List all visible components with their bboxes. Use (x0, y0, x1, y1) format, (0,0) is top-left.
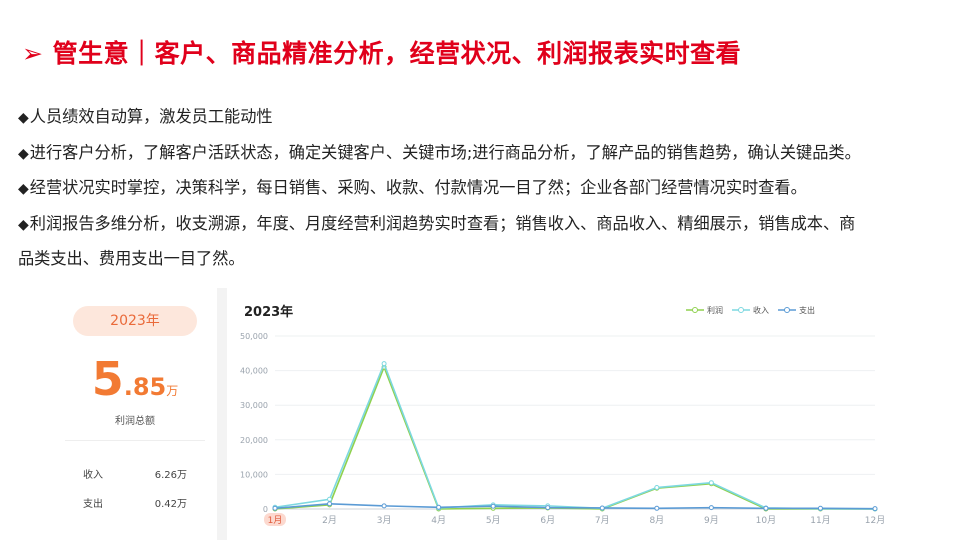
expense-label: 支出 (83, 499, 103, 510)
data-point[interactable] (763, 505, 769, 511)
x-tick-label: 8月 (649, 515, 664, 526)
y-tick-label: 10,000 (240, 470, 268, 479)
legend-label[interactable]: 收入 (753, 305, 769, 315)
feature-text: 进行客户分析，了解客户活跃状态，确定关键客户、关键市场;进行商品分析，了解产品的… (29, 142, 861, 162)
series-line (274, 361, 876, 510)
x-tick-label: 2月 (322, 515, 337, 526)
legend-label[interactable]: 支出 (799, 305, 815, 315)
income-row: 收入 6.26万 (83, 466, 187, 481)
income-value: 6.26万 (154, 470, 187, 481)
y-tick-label: 0 (263, 505, 268, 514)
profit-integer: 5 (91, 352, 124, 406)
profit-decimal: .85 (123, 373, 167, 401)
feature-item: ◆人员绩效自动算，激发员工能动性 (18, 100, 953, 136)
income-label: 收入 (83, 470, 103, 481)
x-tick-label: 6月 (540, 515, 555, 526)
diamond-bullet-icon: ◆ (18, 145, 29, 162)
data-point[interactable] (545, 505, 551, 511)
data-point[interactable] (327, 501, 333, 507)
chart-series (272, 361, 878, 512)
expense-row: 支出 0.42万 (83, 495, 187, 510)
legend-marker (784, 307, 790, 313)
y-tick-label: 40,000 (240, 367, 268, 376)
x-tick-label: 7月 (595, 515, 610, 526)
x-tick-label: 9月 (704, 515, 719, 526)
profit-total-value: 5.85万 (55, 352, 215, 406)
data-point[interactable] (817, 505, 823, 511)
x-tick-label: 3月 (377, 515, 392, 526)
feature-item: ◆经营状况实时掌控，决策科学，每日销售、采购、收款、付款情况一目了然；企业各部门… (18, 171, 953, 207)
y-tick-label: 50,000 (240, 332, 268, 341)
data-point[interactable] (708, 505, 714, 511)
chart-x-axis: 1月 2月 3月 4月 5月 6月 7月 8月 9月 10月 11月 12月 (264, 508, 885, 526)
x-tick-label: 5月 (486, 515, 501, 526)
y-tick-label: 20,000 (240, 436, 268, 445)
x-tick-label: 1月 (268, 515, 283, 526)
feature-item-continuation: 品类支出、费用支出一目了然。 (18, 249, 245, 268)
chart-legend: 利润 收入 支出 (686, 305, 815, 315)
year-selector[interactable]: 2023年 (73, 306, 197, 336)
x-tick-label: 11月 (810, 515, 830, 526)
profit-unit: 万 (166, 384, 179, 398)
feature-text: 人员绩效自动算，激发员工能动性 (29, 107, 273, 126)
feature-item: ◆进行客户分析，了解客户活跃状态，确定关键客户、关键市场;进行商品分析，了解产品… (18, 136, 953, 172)
data-point[interactable] (272, 505, 278, 511)
data-point[interactable] (436, 504, 442, 510)
data-point[interactable] (599, 505, 605, 511)
feature-item: ◆利润报告多维分析，收支溯源，年度、月度经营利润趋势实时查看；销售收入、商品收入… (18, 207, 953, 243)
data-point[interactable] (872, 506, 878, 512)
panel-separator (217, 288, 227, 540)
series-line (274, 503, 876, 510)
data-point[interactable] (490, 503, 496, 509)
card-divider (65, 440, 205, 441)
x-tick-label: 4月 (431, 515, 446, 526)
data-point[interactable] (381, 503, 387, 509)
feature-text: 经营状况实时掌控，决策科学，每日销售、采购、收款、付款情况一目了然；企业各部门经… (29, 178, 807, 197)
diamond-bullet-icon: ◆ (18, 181, 29, 197)
y-tick-label: 30,000 (240, 401, 268, 410)
x-tick-label: 10月 (756, 515, 776, 526)
diamond-bullet-icon: ◆ (18, 216, 29, 233)
title-arrow-icon: ➢ (22, 39, 44, 68)
legend-marker (692, 307, 698, 313)
chart-title: 2023年 (244, 304, 293, 320)
title-text: 管生意｜客户、商品精准分析，经营状况、利润报表实时查看 (52, 39, 742, 68)
profit-trend-chart: 2023年 利润 收入 支出 0 10,000 20,000 30,000 40,000 50… (240, 304, 885, 526)
data-point[interactable] (381, 361, 387, 367)
expense-value: 0.42万 (154, 499, 187, 510)
profit-total-label: 利润总额 (115, 416, 155, 427)
legend-label[interactable]: 利润 (707, 305, 723, 315)
x-tick-label: 12月 (865, 515, 885, 526)
data-point[interactable] (327, 496, 333, 502)
diamond-bullet-icon: ◆ (18, 110, 29, 126)
data-point[interactable] (708, 480, 714, 486)
feature-list: ◆人员绩效自动算，激发员工能动性 ◆进行客户分析，了解客户活跃状态，确定关键客户… (18, 100, 953, 277)
series-line (274, 364, 875, 510)
legend-marker (738, 307, 744, 313)
data-point[interactable] (654, 505, 660, 511)
page-title: ➢ 管生意｜客户、商品精准分析，经营状况、利润报表实时查看 (22, 34, 741, 70)
feature-text: 利润报告多维分析，收支溯源，年度、月度经营利润趋势实时查看；销售收入、商品收入、… (29, 213, 856, 233)
profit-summary-card: 2023年 5.85万 利润总额 收入 6.26万 支出 0.42万 (55, 292, 215, 540)
data-point[interactable] (654, 485, 660, 491)
